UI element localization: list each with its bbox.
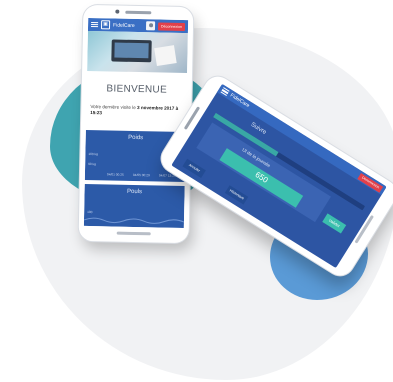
paper-illustration: [154, 45, 177, 67]
speaker-grille: [125, 10, 152, 15]
logo-icon: ▣: [100, 20, 111, 30]
chart-tick: 90 kg: [88, 162, 97, 167]
chart-tick: 100 kg: [88, 152, 98, 157]
save-button[interactable]: Valider: [322, 213, 347, 234]
home-indicator: [116, 231, 151, 236]
laptop-illustration: [111, 39, 152, 63]
cancel-button[interactable]: Annuler: [182, 158, 206, 179]
logout-button[interactable]: Déconnexion: [157, 21, 186, 31]
camera-icon: [115, 9, 120, 14]
last-visit-prefix: Votre dernière visite le: [90, 104, 136, 110]
logo-text: FidelCare: [113, 21, 135, 29]
phone-tilted-wrapper: FidelCare Déconnexion Suivre Ul de la jo…: [150, 71, 393, 281]
logout-button[interactable]: Déconnexion: [357, 172, 384, 193]
section-title: Suivre: [249, 121, 268, 136]
phone-tilted: FidelCare Déconnexion Suivre Ul de la jo…: [156, 71, 393, 281]
chart-tick: 04/01 00:25: [106, 172, 124, 177]
hamburger-menu-icon[interactable]: [220, 87, 230, 96]
history-button[interactable]: Historique: [224, 185, 249, 205]
hamburger-menu-icon[interactable]: [91, 21, 99, 28]
chart-tick: 04/05 00:29: [132, 172, 150, 178]
logo-text: FidelCare: [228, 92, 251, 110]
avatar[interactable]: [145, 21, 156, 31]
banner-image: [87, 30, 188, 74]
